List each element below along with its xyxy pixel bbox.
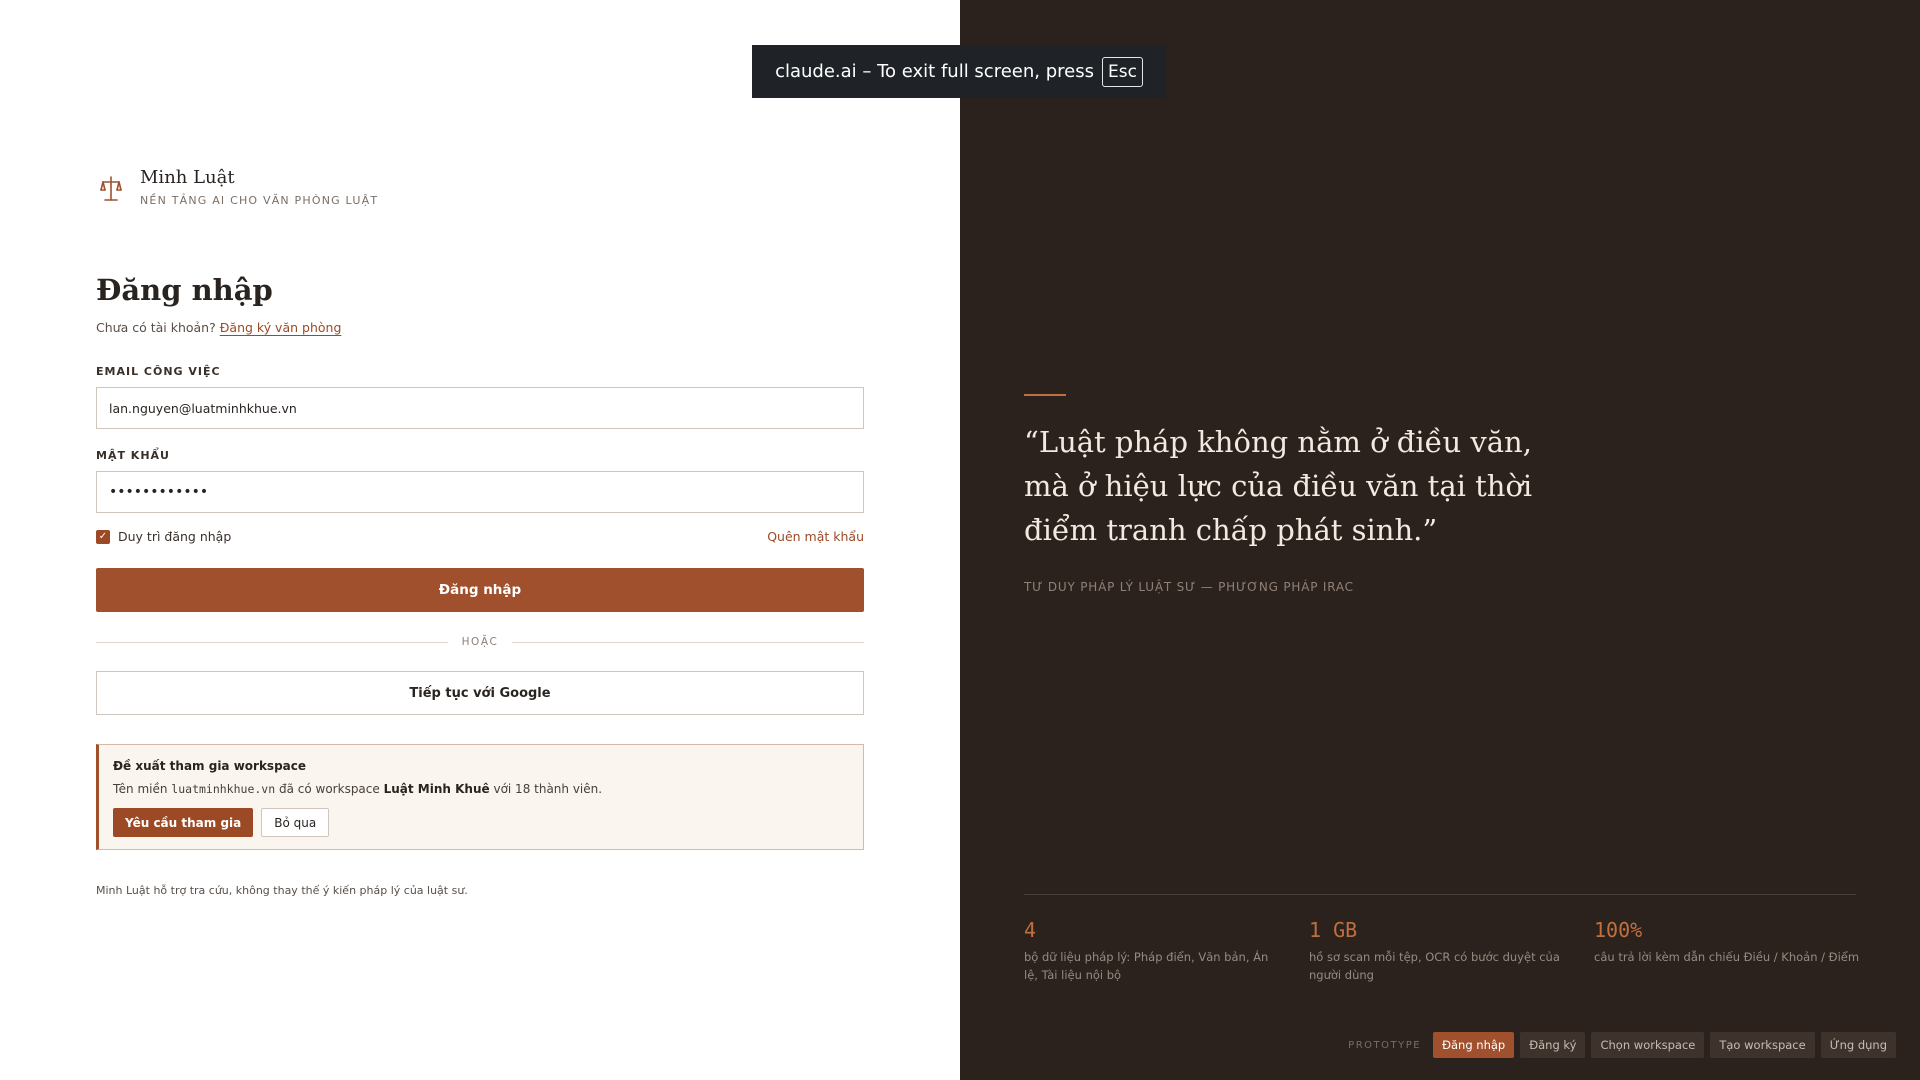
login-form: Đăng nhập Chưa có tài khoản? Đăng ký văn… [96, 270, 864, 897]
stat-description: hồ sơ scan mỗi tệp, OCR có bước duyệt củ… [1309, 950, 1560, 982]
brand-tagline: NỀN TẢNG AI CHO VĂN PHÒNG LUẬT [140, 194, 379, 207]
suggestion-middle: đã có workspace [278, 782, 380, 796]
hero-panel: “Luật pháp không nằm ở điều văn, mà ở hi… [960, 0, 1920, 1080]
password-value: •••••••••••• [109, 484, 209, 500]
no-account-text: Chưa có tài khoản? [96, 320, 216, 335]
quote-line-3: điểm tranh chấp phát sinh.” [1024, 513, 1438, 547]
password-label: MẬT KHẨU [96, 449, 170, 462]
proto-tab-create-workspace[interactable]: Tạo workspace [1710, 1032, 1815, 1058]
stat-description: bộ dữ liệu pháp lý: Pháp điển, Văn bản, … [1024, 950, 1269, 982]
login-panel: Minh Luật NỀN TẢNG AI CHO VĂN PHÒNG LUẬT… [0, 0, 960, 1080]
stat-datasets: 4 bộ dữ liệu pháp lý: Pháp điển, Văn bản… [1024, 918, 1284, 984]
forgot-password-link[interactable]: Quên mật khẩu [767, 529, 864, 544]
email-field[interactable]: lan.nguyen@luatminhkhue.vn [96, 387, 864, 429]
brand: Minh Luật NỀN TẢNG AI CHO VĂN PHÒNG LUẬT [96, 166, 378, 207]
page-title: Đăng nhập [96, 273, 273, 307]
email-label: EMAIL CÔNG VIỆC [96, 365, 221, 378]
proto-tab-register[interactable]: Đăng ký [1520, 1032, 1586, 1058]
suggestion-suffix: với 18 thành viên. [493, 782, 603, 796]
disclaimer: Minh Luật hỗ trợ tra cứu, không thay thế… [96, 884, 468, 897]
prototype-nav: PROTOTYPE Đăng nhập Đăng ký Chọn workspa… [1348, 1032, 1896, 1058]
suggestion-prefix: Tên miền [113, 782, 168, 796]
hero-quote: “Luật pháp không nằm ở điều văn, mà ở hi… [1024, 420, 1564, 552]
skip-button[interactable]: Bỏ qua [261, 808, 330, 837]
suggestion-actions: Yêu cầu tham gia Bỏ qua [113, 808, 847, 837]
proto-tab-app[interactable]: Ứng dụng [1820, 1032, 1896, 1058]
brand-name: Minh Luật [140, 167, 235, 188]
google-signin-button[interactable]: Tiếp tục với Google [96, 671, 864, 715]
suggestion-domain: luatminhkhue.vn [171, 782, 276, 796]
stat-value: 1 GB [1309, 918, 1358, 942]
remember-toggle[interactable]: ✓ Duy trì đăng nhập [96, 529, 231, 544]
toast-text: claude.ai – To exit full screen, press [775, 61, 1094, 82]
quote-source: TƯ DUY PHÁP LÝ LUẬT SƯ — PHƯƠNG PHÁP IRA… [1024, 580, 1354, 594]
accent-line [1024, 394, 1066, 396]
quote-line-2: mà ở hiệu lực của điều văn tại thời [1024, 469, 1533, 503]
or-divider: HOẶC [96, 633, 864, 651]
email-value: lan.nguyen@luatminhkhue.vn [109, 400, 297, 416]
prototype-label: PROTOTYPE [1348, 1039, 1422, 1051]
stats-divider [1024, 894, 1856, 895]
divider-label: HOẶC [461, 636, 499, 648]
quote-line-1: “Luật pháp không nằm ở điều văn, [1024, 425, 1532, 459]
remember-row: ✓ Duy trì đăng nhập Quên mật khẩu [96, 529, 864, 544]
remember-checkbox[interactable]: ✓ [96, 529, 110, 544]
suggestion-workspace: Luật Minh Khuê [383, 782, 490, 796]
stat-value: 4 [1024, 918, 1037, 942]
suggestion-title: Đề xuất tham gia workspace [113, 759, 307, 773]
request-join-button[interactable]: Yêu cầu tham gia [113, 808, 254, 837]
login-button[interactable]: Đăng nhập [96, 568, 864, 612]
register-prompt: Chưa có tài khoản? Đăng ký văn phòng [96, 320, 864, 335]
esc-key: Esc [1101, 56, 1143, 87]
stat-citations: 100% câu trả lời kèm dẫn chiếu Điều / Kh… [1594, 918, 1864, 966]
remember-label: Duy trì đăng nhập [118, 529, 232, 544]
stat-file-size: 1 GB hồ sơ scan mỗi tệp, OCR có bước duy… [1309, 918, 1569, 984]
proto-tab-login[interactable]: Đăng nhập [1433, 1032, 1515, 1058]
proto-tab-choose-workspace[interactable]: Chọn workspace [1591, 1032, 1705, 1058]
fullscreen-toast: claude.ai – To exit full screen, press E… [752, 45, 1166, 98]
stat-value: 100% [1594, 918, 1643, 942]
suggestion-text: Tên miền luatminhkhue.vn đã có workspace… [113, 782, 847, 796]
scales-icon [100, 176, 122, 201]
password-field[interactable]: •••••••••••• [96, 471, 864, 513]
workspace-suggestion: Đề xuất tham gia workspace Tên miền luat… [96, 744, 864, 850]
stat-description: câu trả lời kèm dẫn chiếu Điều / Khoản /… [1594, 950, 1860, 964]
register-link[interactable]: Đăng ký văn phòng [220, 320, 342, 335]
